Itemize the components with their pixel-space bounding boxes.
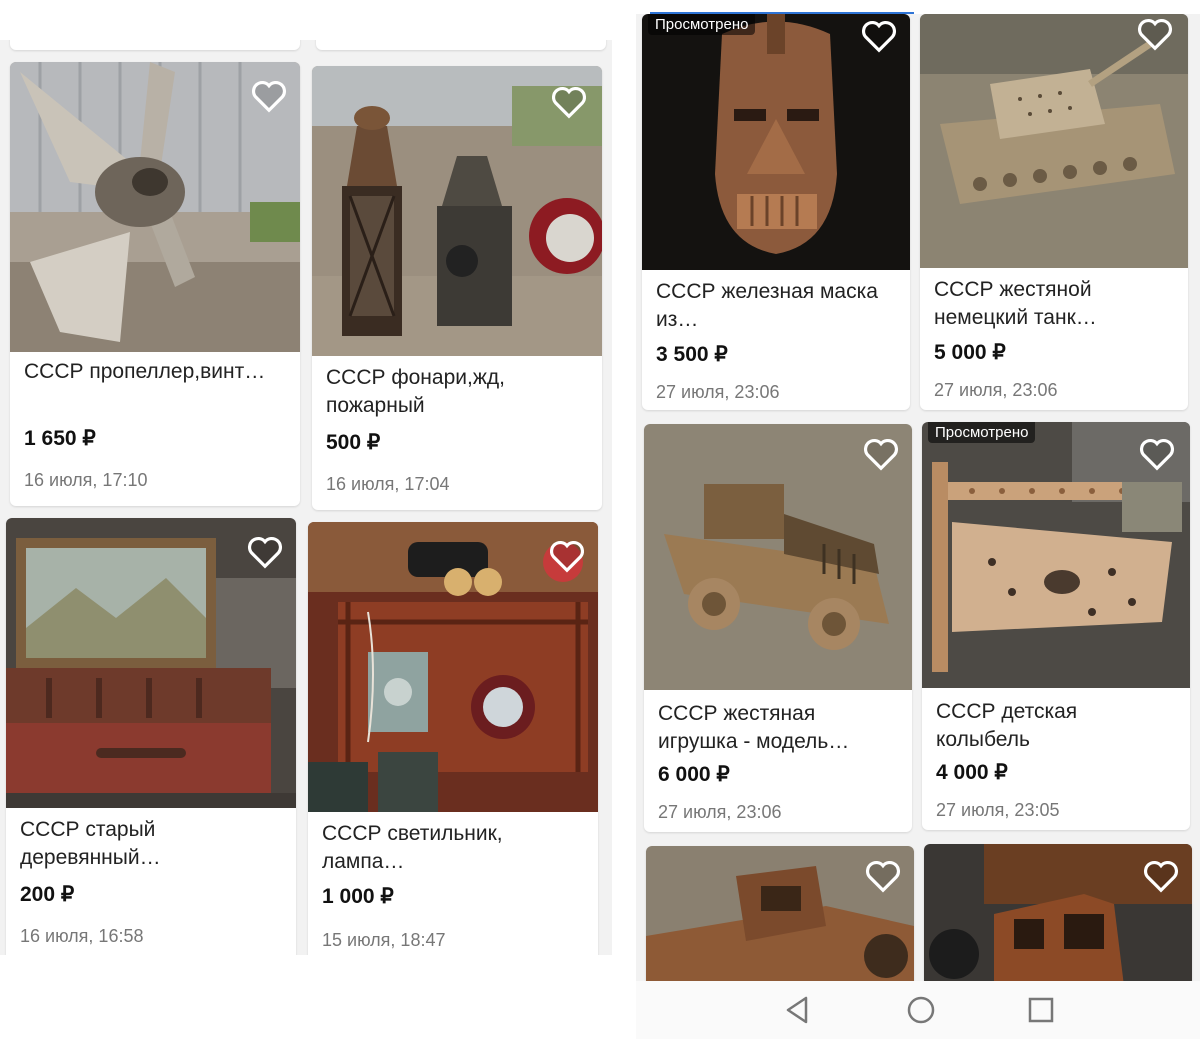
listing-title[interactable]: СССР детская колыбель (936, 698, 1176, 754)
heart-icon[interactable] (1138, 436, 1176, 472)
viewed-badge: Просмотрено (648, 14, 756, 35)
heart-icon[interactable] (550, 84, 588, 120)
listing-card[interactable]: СССР жестяной немецкий танк… 5 000 ₽ 27 … (920, 14, 1188, 410)
heart-icon[interactable] (860, 18, 898, 54)
heart-icon[interactable] (1142, 858, 1180, 894)
listing-card-partial[interactable] (10, 40, 300, 50)
listing-card-partial[interactable] (316, 40, 606, 50)
right-listing-panel: Просмотрено СССР железная маска из… 3 50… (636, 14, 1200, 981)
listing-price: 200 ₽ (20, 883, 75, 906)
listing-photo-tin-tank[interactable] (920, 14, 1188, 268)
listing-title[interactable]: СССР пропеллер,винт… (24, 358, 286, 386)
heart-icon[interactable] (548, 538, 586, 574)
left-listing-panel: СССР пропеллер,винт… 1 650 ₽ 16 июля, 17… (0, 40, 612, 955)
listing-price: 3 500 ₽ (656, 343, 728, 366)
listing-price: 5 000 ₽ (934, 341, 1006, 364)
heart-icon[interactable] (862, 436, 900, 472)
listing-card[interactable]: СССР жестяная игрушка - модель… 6 000 ₽ … (644, 424, 912, 832)
viewed-badge: Просмотрено (928, 422, 1036, 443)
listing-date: 27 июля, 23:06 (934, 380, 1058, 400)
listing-date: 27 июля, 23:06 (656, 382, 780, 402)
listing-title[interactable]: СССР фонари,жд, пожарный (326, 364, 588, 420)
listing-title[interactable]: СССР старый деревянный… (20, 816, 282, 872)
listing-price: 6 000 ₽ (658, 763, 730, 786)
back-triangle-icon[interactable] (782, 993, 816, 1027)
home-circle-icon[interactable] (904, 993, 938, 1027)
listing-card[interactable]: СССР пропеллер,винт… 1 650 ₽ 16 июля, 17… (10, 62, 300, 506)
listing-date: 27 июля, 23:05 (936, 800, 1060, 820)
listing-date: 16 июля, 17:10 (24, 470, 148, 490)
listing-card[interactable]: Просмотрено СССР железная маска из… 3 50… (642, 14, 910, 410)
listing-card[interactable]: СССР старый деревянный… 200 ₽ 16 июля, 1… (6, 518, 296, 955)
listing-date: 16 июля, 17:04 (326, 474, 450, 494)
system-navigation-bar (636, 981, 1200, 1039)
listing-card[interactable]: СССР светильник, лампа… 1 000 ₽ 15 июля,… (308, 522, 598, 955)
listing-title[interactable]: СССР жестяная игрушка - модель… (658, 700, 898, 756)
listing-title[interactable]: СССР жестяной немецкий танк… (934, 276, 1174, 332)
listing-price: 1 650 ₽ (24, 427, 96, 450)
listing-price: 4 000 ₽ (936, 761, 1008, 784)
heart-icon[interactable] (246, 534, 284, 570)
listing-card[interactable] (924, 844, 1192, 981)
listing-price: 500 ₽ (326, 431, 381, 454)
listing-card[interactable]: СССР фонари,жд, пожарный 500 ₽ 16 июля, … (312, 66, 602, 510)
heart-icon[interactable] (250, 78, 288, 114)
heart-icon[interactable] (1136, 16, 1174, 52)
listing-date: 15 июля, 18:47 (322, 930, 446, 950)
listing-date: 27 июля, 23:06 (658, 802, 782, 822)
heart-icon[interactable] (864, 858, 902, 894)
listing-date: 16 июля, 16:58 (20, 926, 144, 946)
recents-square-icon[interactable] (1024, 993, 1058, 1027)
listing-price: 1 000 ₽ (322, 885, 394, 908)
listing-card[interactable]: Просмотрено СССР детская колыбель 4 000 … (922, 422, 1190, 830)
listing-title[interactable]: СССР железная маска из… (656, 278, 896, 334)
listing-card[interactable] (646, 846, 914, 981)
listing-title[interactable]: СССР светильник, лампа… (322, 820, 584, 876)
